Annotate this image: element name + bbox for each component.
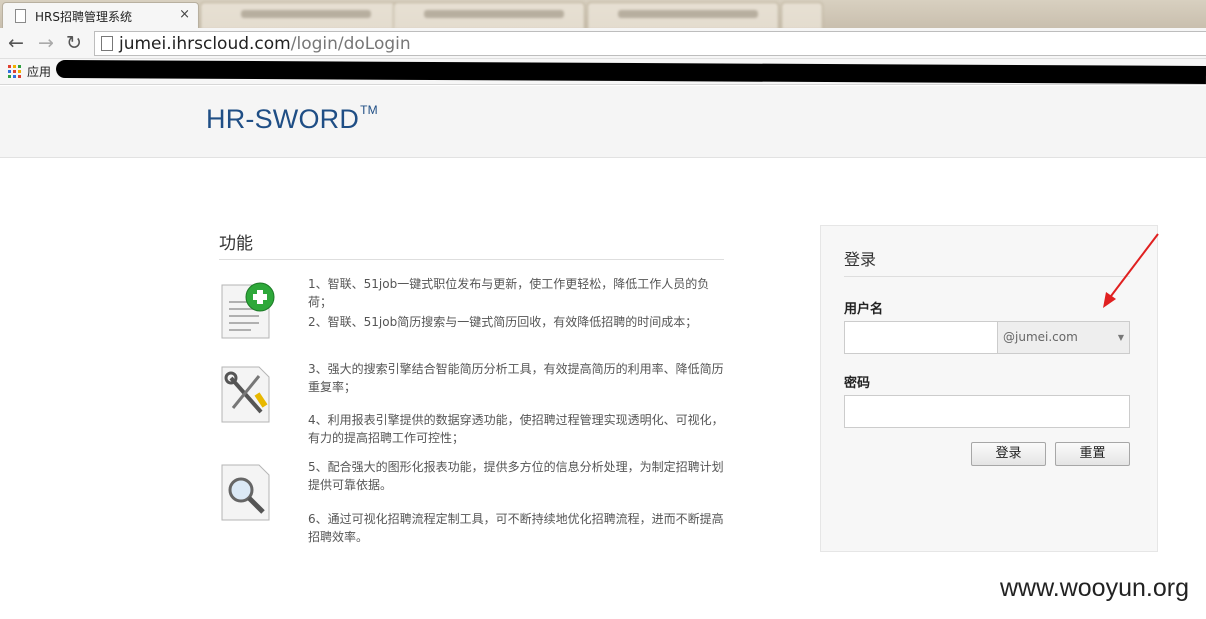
features-title: 功能	[219, 234, 253, 254]
divider	[844, 276, 1130, 277]
tab-inactive-1[interactable]	[200, 2, 396, 29]
apps-label[interactable]: 应用	[27, 63, 51, 80]
brand-logo[interactable]: HR-SWORDTM	[206, 103, 378, 135]
username-input[interactable]	[844, 321, 998, 354]
blurred-tab-title	[618, 10, 758, 18]
login-button[interactable]: 登录	[971, 442, 1046, 466]
apps-grid-icon[interactable]	[8, 65, 21, 78]
address-bar[interactable]: jumei.ihrscloud.com/login/doLogin	[94, 31, 1206, 56]
feature-item: 1、智联、51job一键式职位发布与更新，使工作更轻松，降低工作人员的负荷；	[308, 277, 710, 309]
browser-toolbar: ← → ↻ jumei.ihrscloud.com/login/doLogin	[0, 28, 1206, 59]
tab-inactive-2[interactable]	[393, 2, 585, 29]
password-input[interactable]	[844, 395, 1130, 428]
back-arrow-icon[interactable]: ←	[5, 32, 27, 54]
blurred-tab-title	[424, 10, 564, 18]
feature-item: 3、强大的搜索引擎结合智能简历分析工具，有效提高简历的利用率、降低简历重复率；	[308, 362, 724, 394]
chevron-down-icon: ▼	[1117, 333, 1124, 342]
blurred-tab-title	[241, 10, 371, 18]
redaction-bar	[55, 59, 1206, 85]
login-title: 登录	[844, 250, 877, 269]
forward-arrow-icon[interactable]: →	[35, 32, 57, 54]
feature-item: 6、通过可视化招聘流程定制工具，可不断持续地优化招聘流程，进而不断提高招聘效率。	[308, 512, 724, 544]
site-header: HR-SWORDTM	[0, 86, 1206, 158]
tab-title: HRS招聘管理系统	[35, 10, 132, 24]
tools-icon	[221, 366, 270, 423]
url-path: /login/doLogin	[290, 34, 411, 54]
domain-select[interactable]: @jumei.com ▼	[997, 321, 1130, 354]
tab-active[interactable]: HRS招聘管理系统 ×	[2, 2, 199, 29]
divider	[219, 259, 724, 260]
bookmarks-bar: 应用	[0, 59, 1206, 85]
url-text[interactable]: jumei.ihrscloud.com/login/doLogin	[119, 34, 411, 54]
trademark: TM	[360, 103, 378, 117]
reset-button[interactable]: 重置	[1055, 442, 1130, 466]
brand-text: HR-SWORD	[206, 104, 360, 134]
password-label: 密码	[844, 376, 871, 391]
tab-inactive-3[interactable]	[587, 2, 779, 29]
tab-close-icon[interactable]: ×	[179, 7, 190, 22]
username-label: 用户名	[844, 302, 884, 317]
feature-item: 4、利用报表引擎提供的数据穿透功能，使招聘过程管理实现透明化、可视化，有力的提高…	[308, 413, 724, 445]
feature-item: 5、配合强大的图形化报表功能，提供多方位的信息分析处理，为制定招聘计划提供可靠依…	[308, 460, 724, 492]
url-host: jumei.ihrscloud.com	[119, 34, 291, 54]
page-icon	[101, 36, 113, 51]
feature-item: 2、智联、51job简历搜索与一键式简历回收，有效降低招聘的时间成本；	[308, 315, 698, 329]
document-add-icon	[221, 282, 275, 339]
reload-icon[interactable]: ↻	[63, 32, 85, 54]
watermark: www.wooyun.org	[1000, 574, 1189, 602]
magnifier-icon	[221, 464, 270, 521]
annotation-arrow-icon	[1103, 233, 1159, 308]
page-favicon-icon	[15, 9, 26, 23]
tab-strip: HRS招聘管理系统 ×	[0, 0, 1206, 29]
new-tab-button[interactable]	[781, 2, 823, 29]
domain-select-value: @jumei.com	[1003, 330, 1078, 344]
